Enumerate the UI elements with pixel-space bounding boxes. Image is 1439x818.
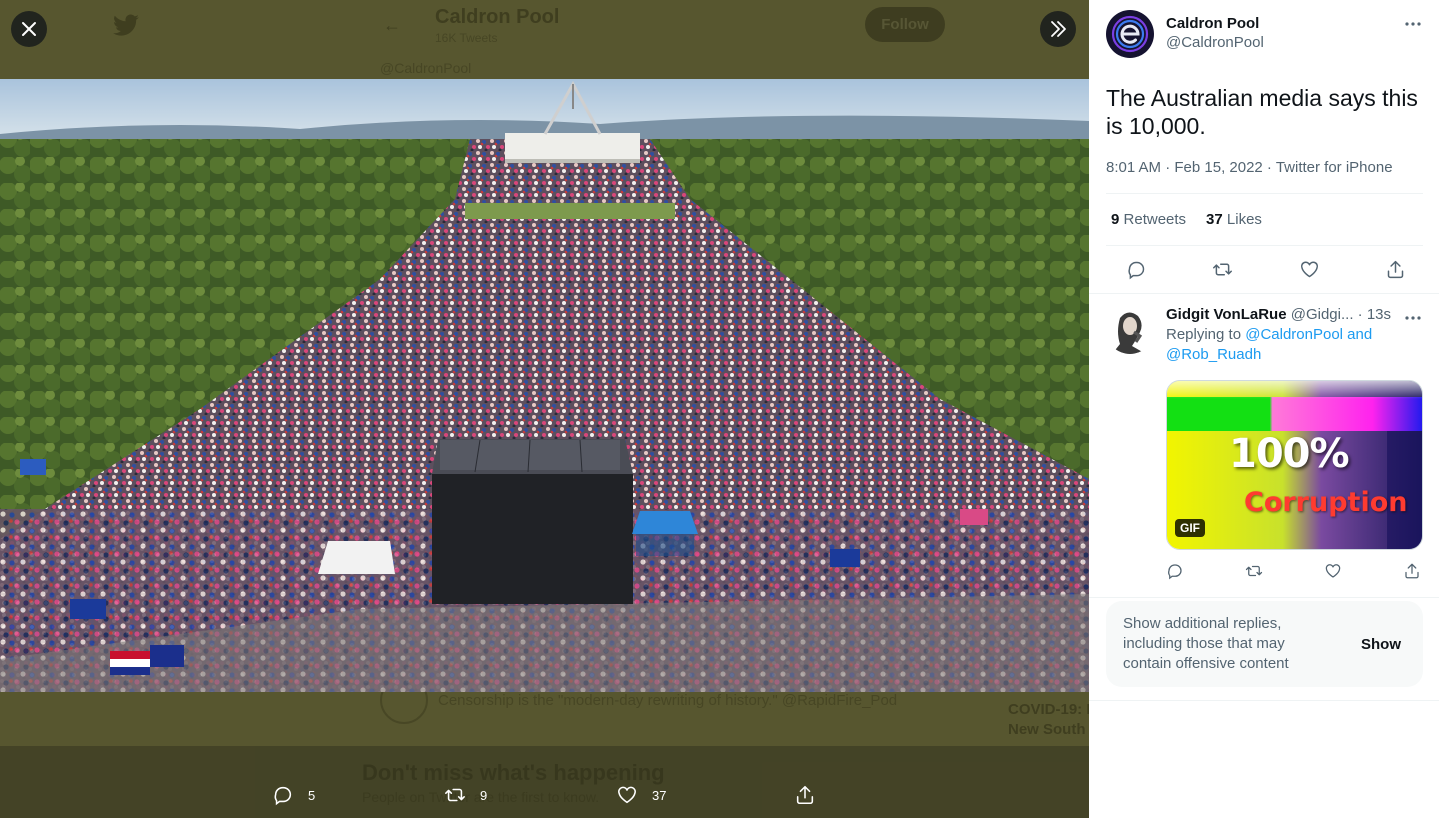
reply-avatar[interactable] <box>1106 306 1154 354</box>
follow-button[interactable]: Follow <box>865 7 945 42</box>
profile-handle: @CaldronPool <box>380 60 472 76</box>
show-replies-button[interactable]: Show <box>1361 636 1401 653</box>
show-more-replies-card: Show additional replies, including those… <box>1106 601 1423 687</box>
share-icon <box>796 785 814 805</box>
tweet-detail-panel: Caldron Pool @CaldronPool The Australian… <box>1089 0 1439 818</box>
reply-icon <box>1168 564 1182 580</box>
caldron-pool-logo-icon <box>1111 15 1149 53</box>
profile-name: Caldron Pool <box>435 6 560 28</box>
expand-panel-button[interactable] <box>1040 11 1076 47</box>
retweet-button[interactable] <box>1206 253 1240 287</box>
tweet-meta[interactable]: 8:01 AM · Feb 15, 2022 · Twitter for iPh… <box>1106 159 1423 194</box>
trend-subtitle: New South <box>1008 721 1086 738</box>
gif-headline: 100% <box>1229 431 1350 477</box>
trend-title: COVID-19: L <box>1008 701 1089 718</box>
retweet-icon <box>445 788 465 802</box>
viewer-reply-count: 5 <box>308 787 316 803</box>
share-button[interactable] <box>1379 253 1413 287</box>
retweets-stat[interactable]: 9 Retweets <box>1111 211 1186 228</box>
back-arrow-icon: ← <box>383 15 401 35</box>
more-dots-icon <box>1405 22 1421 26</box>
share-icon <box>1405 563 1419 579</box>
tweet-text: The Australian media says this is 10,000… <box>1106 85 1418 139</box>
close-button[interactable] <box>11 11 47 47</box>
retweets-label: Retweets <box>1123 211 1187 228</box>
retweets-count: 9 <box>1111 211 1120 228</box>
viewer-action-bar: 5 9 37 <box>0 772 1089 818</box>
reply-gif[interactable]: 100% Corruption GIF <box>1166 380 1423 550</box>
viewer-reply-button[interactable]: 5 <box>272 784 315 806</box>
heart-icon <box>1300 261 1318 278</box>
bio-snippet: Censorship is the "modern-day rewriting … <box>438 692 898 709</box>
reply-author-name[interactable]: Gidgit VonLaRue <box>1166 306 1287 323</box>
more-dots-icon <box>1405 316 1421 320</box>
reply-like-button[interactable] <box>1324 562 1344 582</box>
viewer-retweet-button[interactable]: 9 <box>444 784 487 806</box>
viewer-like-count: 37 <box>652 787 667 803</box>
likes-count: 37 <box>1206 211 1223 228</box>
heart-icon <box>618 786 636 804</box>
divider <box>1089 700 1439 701</box>
tweet-more-button[interactable] <box>1401 12 1425 36</box>
tweet-stats: 9 Retweets 37 Likes <box>1106 194 1423 246</box>
reply-author-handle[interactable]: @Gidgi... <box>1291 306 1354 323</box>
like-button[interactable] <box>1292 253 1326 287</box>
tweet-action-bar <box>1089 246 1439 294</box>
likes-label: Likes <box>1226 211 1262 228</box>
tweet-photo[interactable] <box>0 79 1089 692</box>
retweet-icon <box>1213 263 1233 276</box>
likes-stat[interactable]: 37 Likes <box>1206 211 1262 228</box>
author-handle[interactable]: @CaldronPool <box>1166 34 1264 51</box>
reply-more-button[interactable] <box>1401 306 1425 330</box>
author-avatar[interactable] <box>1106 10 1154 58</box>
viewer-share-button[interactable] <box>794 784 816 806</box>
replying-to: Replying to @CaldronPool and @Rob_Ruadh <box>1166 325 1423 365</box>
reply-icon <box>274 786 292 806</box>
double-chevron-right-icon <box>1051 21 1066 37</box>
reply-header: Gidgit VonLaRue @Gidgi... · 13s <box>1166 306 1423 323</box>
reply-time[interactable]: · 13s <box>1358 306 1391 323</box>
reply-reply-button[interactable] <box>1166 562 1186 582</box>
close-icon <box>22 22 36 36</box>
twitter-bird-icon <box>113 14 139 36</box>
reply-action-bar <box>1166 562 1423 582</box>
reply-tweet[interactable]: Gidgit VonLaRue @Gidgi... · 13s Replying… <box>1089 294 1439 598</box>
author-row: Caldron Pool @CaldronPool <box>1106 10 1423 72</box>
reply-avatar-image <box>1106 306 1154 354</box>
reply-icon <box>1128 261 1144 280</box>
tweet-count: 16K Tweets <box>435 31 498 45</box>
crowd-photo-image <box>0 79 1089 692</box>
main-tweet: Caldron Pool @CaldronPool The Australian… <box>1089 0 1439 294</box>
gif-badge: GIF <box>1175 519 1205 537</box>
viewer-like-button[interactable]: 37 <box>616 784 666 806</box>
reply-retweet-button[interactable] <box>1245 562 1265 582</box>
more-replies-text: Show additional replies, including those… <box>1123 615 1289 672</box>
replying-to-prefix: Replying to <box>1166 326 1242 343</box>
heart-icon <box>1325 564 1341 578</box>
retweet-icon <box>1245 565 1263 577</box>
media-viewer: ← Caldron Pool 16K Tweets @CaldronPool F… <box>0 0 1089 818</box>
author-name[interactable]: Caldron Pool <box>1166 15 1264 32</box>
reply-button[interactable] <box>1119 253 1153 287</box>
gif-word: Corruption <box>1244 487 1408 518</box>
reply-share-button[interactable] <box>1403 562 1423 582</box>
share-icon <box>1388 260 1404 279</box>
viewer-retweet-count: 9 <box>480 787 488 803</box>
